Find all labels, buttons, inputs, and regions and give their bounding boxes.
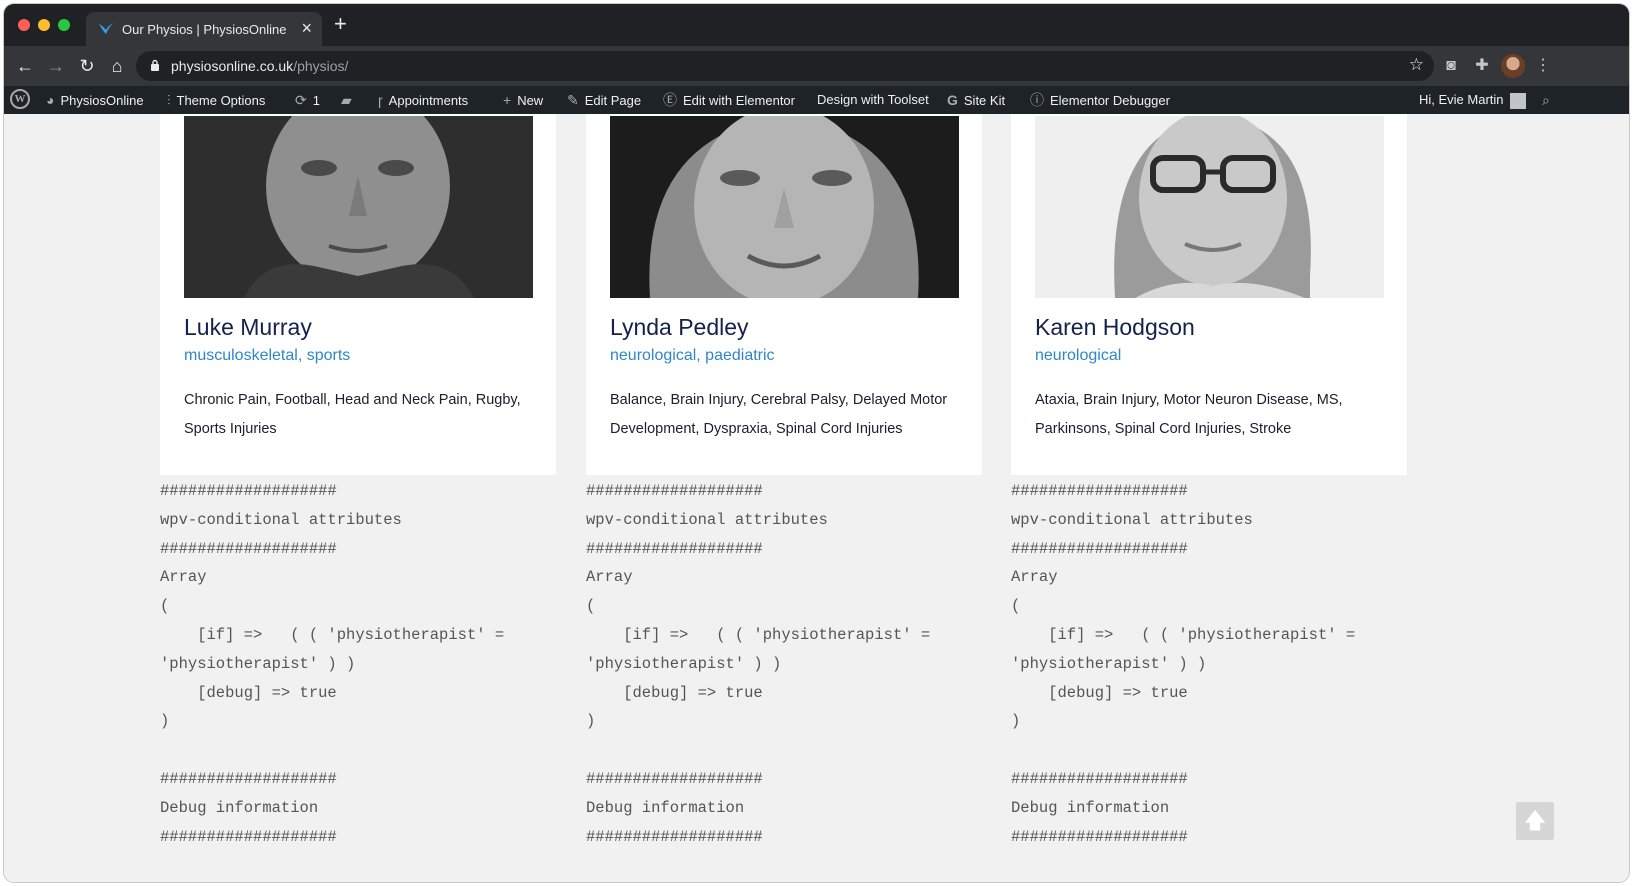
physio-card[interactable]: Luke Murray musculoskeletal, sports Chro… [160,114,556,475]
physio-specialty: neurological, paediatric [610,347,775,364]
admin-design-toolset[interactable]: Design with Toolset [817,86,929,114]
maximize-window-button[interactable] [58,19,70,31]
browser-tab[interactable]: Our Physios | PhysiosOnline × [86,12,322,46]
physio-conditions: Balance, Brain Injury, Cerebral Palsy, D… [610,392,948,437]
menu-dots-icon[interactable]: ⋮ [1532,55,1554,77]
admin-appointments[interactable]: ɼ Appointments [378,86,468,114]
arrow-up-icon: 🡅 [1523,808,1547,833]
physio-photo [1035,116,1384,298]
physio-specialty: musculoskeletal, sports [184,347,351,364]
physio-name[interactable]: Luke Murray [184,314,312,341]
comments-icon: ▰ [341,92,352,108]
physio-card[interactable]: Lynda Pedley neurological, paediatric Ba… [586,114,982,475]
close-tab-icon[interactable]: × [301,18,312,38]
user-avatar [1509,92,1526,109]
admin-theme-options[interactable]: ⫶ Theme Options [167,86,265,114]
wp-admin-bar: W ◕ PhysiosOnline ⫶ Theme Options ⟳ 1 ▰ ɼ Ap… [4,86,1629,114]
bookmark-star-icon[interactable]: ☆ [1409,55,1424,75]
admin-new[interactable]: + New [503,86,543,114]
browser-window: Our Physios | PhysiosOnline × + ← → ↻ ⌂ … [4,4,1629,882]
url-text: physiosonline.co.uk/physios/ [171,58,348,74]
camera-extension-icon[interactable]: ◙ [1440,55,1462,77]
sliders-icon: ⫶ [167,92,171,108]
debug-output: ################### wpv-conditional attr… [1011,482,1356,846]
physio-specialty: neurological [1035,347,1122,364]
tab-strip: Our Physios | PhysiosOnline × + [4,4,1629,46]
physio-photo [610,116,959,298]
pencil-icon: ✎ [567,92,579,108]
admin-account[interactable]: Hi, Evie Martin [1419,86,1526,114]
physio-conditions: Ataxia, Brain Injury, Motor Neuron Disea… [1035,392,1343,437]
debug-output: ################### wpv-conditional attr… [586,482,931,846]
scroll-to-top-button[interactable]: 🡅 [1516,802,1554,840]
browser-toolbar: ← → ↻ ⌂ physiosonline.co.uk/physios/ ☆ ◙… [4,46,1629,86]
updates-icon: ⟳ [295,92,307,108]
reload-icon[interactable]: ↻ [75,54,99,78]
lock-icon [151,59,159,71]
back-icon[interactable]: ← [13,54,37,78]
wordpress-logo-icon[interactable]: W [10,89,30,109]
plus-icon: + [503,92,512,108]
physio-card[interactable]: Karen Hodgson neurological Ataxia, Brain… [1011,114,1407,475]
profile-avatar[interactable] [1501,54,1525,78]
page-content: Luke Murray musculoskeletal, sports Chro… [4,114,1629,882]
physio-name[interactable]: Karen Hodgson [1035,314,1195,341]
elementor-icon: Ⓔ [663,92,677,108]
debug-output: ################### wpv-conditional attr… [160,482,505,846]
minimize-window-button[interactable] [38,19,50,31]
close-window-button[interactable] [18,19,30,31]
forward-icon[interactable]: → [44,54,68,78]
address-bar[interactable]: physiosonline.co.uk/physios/ ☆ [136,51,1434,81]
dashboard-icon: ◕ [46,92,55,108]
home-icon[interactable]: ⌂ [105,54,129,78]
physio-photo [184,116,533,298]
admin-updates[interactable]: ⟳ 1 [295,86,320,114]
tab-title: Our Physios | PhysiosOnline [122,22,287,37]
extensions-puzzle-icon[interactable]: ✚ [1471,55,1493,77]
admin-comments[interactable]: ▰ [341,86,358,114]
site-favicon-icon [99,23,113,34]
google-g-icon: G [947,92,958,108]
admin-elementor-debugger[interactable]: ⓘ Elementor Debugger [1030,86,1170,114]
appointments-icon: ɼ [378,92,383,108]
url-path: /physios/ [293,58,349,74]
admin-edit-page[interactable]: ✎ Edit Page [567,86,641,114]
new-tab-button[interactable]: + [334,13,347,35]
physio-conditions: Chronic Pain, Football, Head and Neck Pa… [184,392,521,437]
physio-name[interactable]: Lynda Pedley [610,314,749,341]
info-icon: ⓘ [1030,92,1044,108]
admin-search-icon[interactable]: ⌕ [1542,86,1556,114]
admin-site-kit[interactable]: G Site Kit [947,86,1005,114]
admin-site-name[interactable]: ◕ PhysiosOnline [46,86,144,114]
url-host: physiosonline.co.uk [171,58,294,74]
admin-edit-elementor[interactable]: Ⓔ Edit with Elementor [663,86,795,114]
